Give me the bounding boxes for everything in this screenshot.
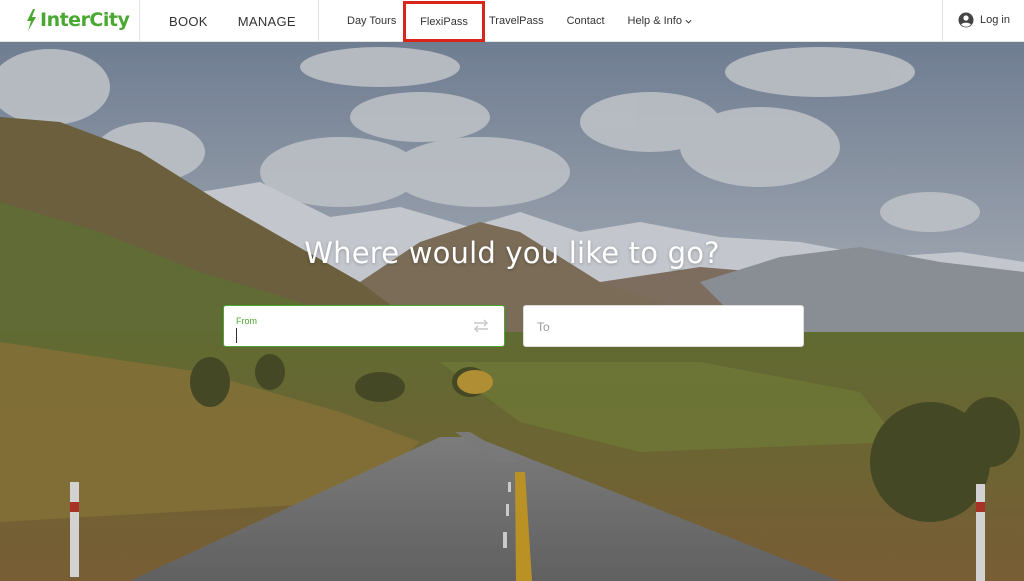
- user-circle-icon: [958, 12, 974, 28]
- nav-contact[interactable]: Contact: [567, 15, 605, 27]
- nav-day-tours[interactable]: Day Tours: [347, 15, 396, 27]
- nav-divider: [942, 0, 943, 42]
- primary-nav: BOOK MANAGE: [169, 0, 296, 42]
- nav-divider: [318, 0, 319, 42]
- nav-travelpass[interactable]: TravelPass: [489, 15, 544, 27]
- text-cursor: [236, 328, 237, 343]
- secondary-nav: Day Tours: [347, 0, 396, 42]
- from-label: From: [236, 316, 257, 326]
- intercity-logo[interactable]: InterCity: [24, 4, 130, 36]
- to-location-input[interactable]: To: [523, 305, 804, 347]
- intercity-logo-icon: [27, 9, 36, 31]
- top-navigation-bar: InterCity BOOK MANAGE Day Tours FlexiPas…: [0, 0, 1024, 42]
- nav-manage[interactable]: MANAGE: [238, 14, 296, 29]
- flexipass-highlight: FlexiPass: [403, 1, 485, 42]
- hero-banner: Where would you like to go? From To: [0, 42, 1024, 581]
- nav-flexipass[interactable]: FlexiPass: [420, 16, 468, 28]
- login-button[interactable]: Log in: [958, 12, 1010, 28]
- nav-book[interactable]: BOOK: [169, 14, 208, 29]
- nav-help-info[interactable]: Help & Info: [628, 15, 692, 27]
- landscape-background-image: [0, 42, 1024, 581]
- swap-arrows-icon[interactable]: [472, 319, 490, 333]
- from-location-input[interactable]: From: [223, 305, 505, 347]
- chevron-down-icon: [685, 19, 692, 24]
- login-label: Log in: [980, 14, 1010, 26]
- nav-help-info-label: Help & Info: [627, 15, 682, 27]
- secondary-nav-rest: TravelPass Contact Help & Info: [489, 0, 692, 42]
- nav-divider: [139, 0, 140, 42]
- hero-heading: Where would you like to go?: [304, 236, 720, 270]
- brand-name: InterCity: [40, 9, 130, 31]
- to-placeholder: To: [537, 320, 550, 334]
